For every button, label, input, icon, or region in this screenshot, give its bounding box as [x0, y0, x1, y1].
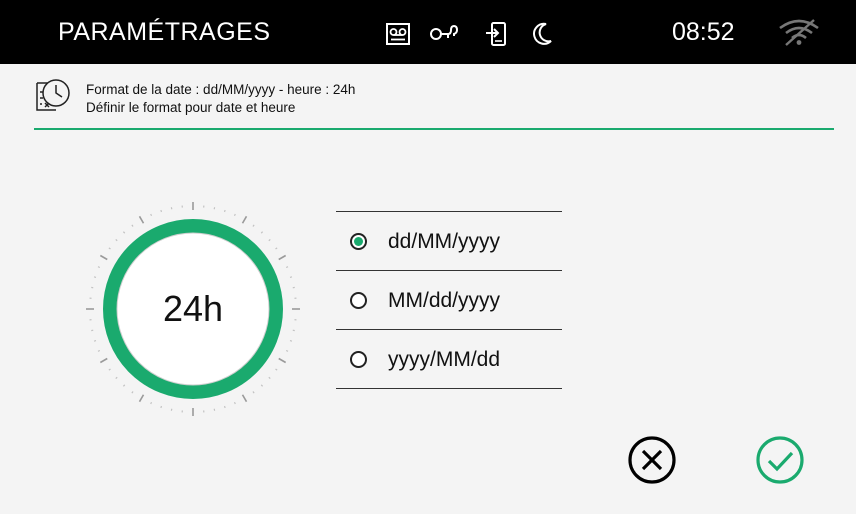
option-label: yyyy/MM/dd — [388, 348, 501, 371]
option-yyyy-mm-dd[interactable]: yyyy/MM/dd — [336, 329, 562, 389]
hour-format-dial[interactable]: 24h — [82, 198, 304, 420]
key-icon — [430, 24, 459, 40]
confirm-circle-check-icon — [756, 436, 804, 484]
option-mm-dd-yyyy[interactable]: MM/dd/yyyy — [336, 270, 562, 329]
voicemail-icon — [386, 23, 410, 45]
top-bar: PARAMÉTRAGES 08:52 — [0, 0, 856, 64]
option-label: MM/dd/yyyy — [388, 289, 501, 312]
phone-transfer-icon — [486, 22, 506, 46]
radio-yyyy-mm-dd[interactable] — [350, 351, 367, 368]
date-time-settings-icon — [36, 79, 70, 111]
cancel-circle-x-icon — [628, 436, 676, 484]
radio-dd-mm-yyyy[interactable] — [350, 233, 367, 250]
wifi-off-icon — [779, 19, 819, 46]
option-label: dd/MM/yyyy — [388, 230, 501, 253]
cancel-button[interactable] — [624, 432, 680, 488]
format-description-text: Définir le format pour date et heure — [86, 100, 296, 115]
option-dd-mm-yyyy[interactable]: dd/MM/yyyy — [336, 211, 562, 270]
confirm-button[interactable] — [752, 432, 808, 488]
hour-format-value: 24h — [162, 288, 224, 329]
moon-icon — [533, 22, 552, 45]
settings-header: Format de la date : dd/MM/yyyy - heure :… — [34, 74, 834, 130]
clock-time: 08:52 — [672, 18, 735, 46]
page-title: PARAMÉTRAGES — [58, 18, 271, 46]
radio-mm-dd-yyyy[interactable] — [350, 292, 367, 309]
date-format-options: dd/MM/yyyy MM/dd/yyyy yyyy/MM/dd — [336, 211, 562, 389]
current-format-text: Format de la date : dd/MM/yyyy - heure :… — [86, 82, 356, 97]
